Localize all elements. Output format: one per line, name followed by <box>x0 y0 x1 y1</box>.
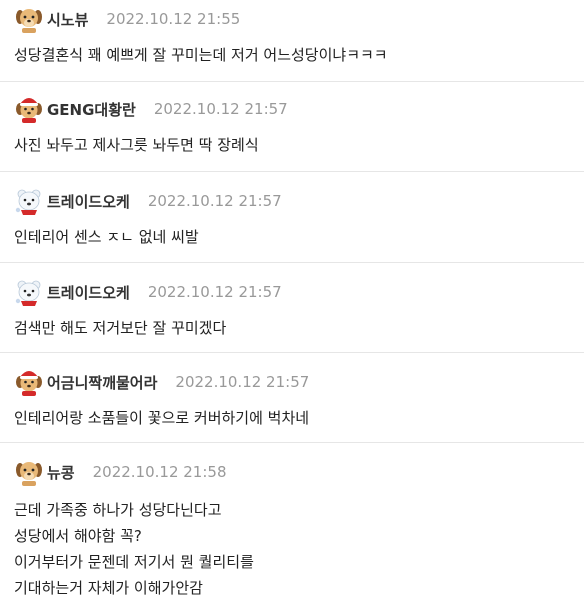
comment-item: 시노뷰 2022.10.12 21:55 성당결혼식 꽤 예쁘게 잘 꾸미는데 … <box>0 0 584 82</box>
santa-puppy-icon[interactable] <box>14 94 44 124</box>
comment-line: 검색만 해도 저거보단 잘 꾸미겠다 <box>14 319 227 337</box>
comment-line: 이거부터가 문젠데 저기서 뭔 퀄리티를 <box>14 553 254 571</box>
username[interactable]: 트레이드오케 <box>47 282 130 303</box>
comment-line: 인테리어 센스 ㅈㄴ 없네 씨발 <box>14 228 199 246</box>
username[interactable]: GENG대황란 <box>47 99 136 120</box>
username[interactable]: 뉴콩 <box>47 462 75 483</box>
comment-body: 성당결혼식 꽤 예쁘게 잘 꾸미는데 저거 어느성당이냐ㅋㅋㅋ <box>14 42 570 68</box>
timestamp: 2022.10.12 21:57 <box>175 373 310 391</box>
comment-header: 어금니짝깨물어라 2022.10.12 21:57 <box>14 353 570 397</box>
comment-header: 뉴콩 2022.10.12 21:58 <box>14 443 570 487</box>
comment-body: 근데 가족중 하나가 성당다닌다고 성당에서 해야함 꼭? 이거부터가 문젠데 … <box>14 497 570 601</box>
timestamp: 2022.10.12 21:58 <box>92 463 227 481</box>
timestamp: 2022.10.12 21:57 <box>147 192 282 210</box>
comment-line: 기대하는거 자체가 이해가안감 <box>14 579 203 597</box>
comment-body: 검색만 해도 저거보단 잘 꾸미겠다 <box>14 315 570 341</box>
username[interactable]: 트레이드오케 <box>47 191 130 212</box>
comment-item: 뉴콩 2022.10.12 21:58 근데 가족중 하나가 성당다닌다고 성당… <box>0 443 584 600</box>
comment-list: 시노뷰 2022.10.12 21:55 성당결혼식 꽤 예쁘게 잘 꾸미는데 … <box>0 0 584 600</box>
comment-item: 트레이드오케 2022.10.12 21:57 인테리어 센스 ㅈㄴ 없네 씨발 <box>0 172 584 263</box>
timestamp: 2022.10.12 21:57 <box>153 100 288 118</box>
comment-item: 어금니짝깨물어라 2022.10.12 21:57 인테리어랑 소품들이 꽃으로… <box>0 353 584 443</box>
puppy-icon[interactable] <box>14 4 44 34</box>
comment-body: 사진 놔두고 제사그릇 놔두면 딱 장례식 <box>14 132 570 158</box>
timestamp: 2022.10.12 21:55 <box>106 10 241 28</box>
comment-item: 트레이드오케 2022.10.12 21:57 검색만 해도 저거보단 잘 꾸미… <box>0 263 584 353</box>
comment-line: 성당에서 해야함 꼭? <box>14 527 142 545</box>
comment-header: 트레이드오케 2022.10.12 21:57 <box>14 172 570 216</box>
polar-bear-icon[interactable] <box>14 277 44 307</box>
comment-item: GENG대황란 2022.10.12 21:57 사진 놔두고 제사그릇 놔두면… <box>0 82 584 172</box>
comment-header: 시노뷰 2022.10.12 21:55 <box>14 0 570 34</box>
comment-header: 트레이드오케 2022.10.12 21:57 <box>14 263 570 307</box>
comment-line: 인테리어랑 소품들이 꽃으로 커버하기에 벅차네 <box>14 409 310 427</box>
comment-line: 근데 가족중 하나가 성당다닌다고 <box>14 501 222 519</box>
puppy-icon[interactable] <box>14 457 44 487</box>
username[interactable]: 시노뷰 <box>47 9 88 30</box>
santa-puppy-icon[interactable] <box>14 367 44 397</box>
timestamp: 2022.10.12 21:57 <box>147 283 282 301</box>
username[interactable]: 어금니짝깨물어라 <box>47 372 157 393</box>
comment-header: GENG대황란 2022.10.12 21:57 <box>14 82 570 124</box>
comment-body: 인테리어랑 소품들이 꽃으로 커버하기에 벅차네 <box>14 405 570 431</box>
comment-body: 인테리어 센스 ㅈㄴ 없네 씨발 <box>14 224 570 250</box>
comment-line: 사진 놔두고 제사그릇 놔두면 딱 장례식 <box>14 136 259 154</box>
polar-bear-icon[interactable] <box>14 186 44 216</box>
comment-line: 성당결혼식 꽤 예쁘게 잘 꾸미는데 저거 어느성당이냐ㅋㅋㅋ <box>14 46 388 64</box>
